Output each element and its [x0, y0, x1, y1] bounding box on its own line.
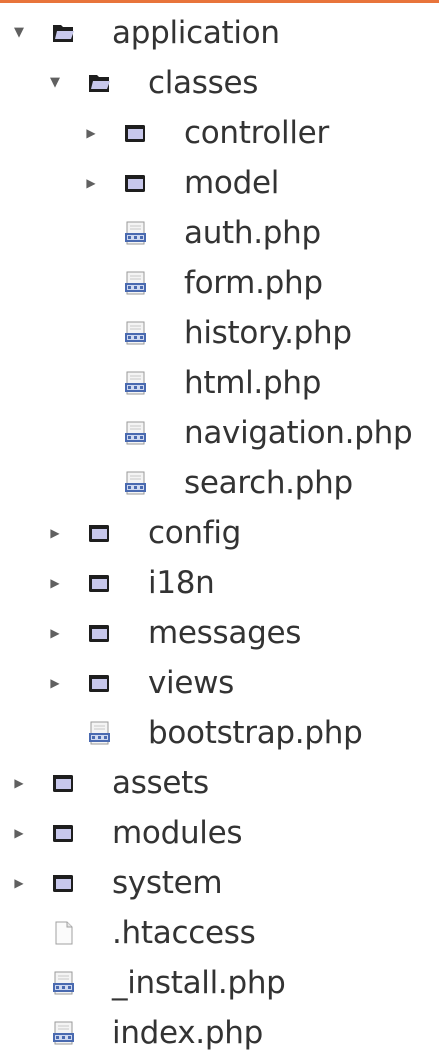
tree-item-search-php[interactable]: search.php	[0, 458, 439, 508]
folder-open-icon	[50, 20, 76, 46]
tree-item-label: .htaccess	[112, 915, 256, 951]
file-tree: ▼ application ▼ classes ▶ controller ▶ mode…	[0, 8, 439, 1058]
tree-item-index-php[interactable]: index.php	[0, 1008, 439, 1058]
tree-item-label: index.php	[112, 1015, 263, 1051]
folder-icon	[122, 170, 148, 196]
expand-caret-right-icon[interactable]: ▶	[46, 624, 64, 642]
tree-item-navigation-php[interactable]: navigation.php	[0, 408, 439, 458]
folder-icon	[86, 570, 112, 596]
php-file-icon	[122, 320, 148, 346]
php-file-icon	[50, 1020, 76, 1046]
tree-item-label: classes	[148, 65, 259, 101]
php-file-icon	[122, 470, 148, 496]
tree-item-model[interactable]: ▶ model	[0, 158, 439, 208]
folder-open-icon	[86, 70, 112, 96]
php-file-icon	[122, 370, 148, 396]
php-file-icon	[122, 220, 148, 246]
tree-item-label: views	[148, 665, 235, 701]
tree-item-label: messages	[148, 615, 302, 651]
expand-caret-right-icon[interactable]: ▶	[46, 574, 64, 592]
tree-item-label: navigation.php	[184, 415, 413, 451]
tree-item-label: controller	[184, 115, 329, 151]
folder-icon	[86, 620, 112, 646]
tree-item-htaccess[interactable]: .htaccess	[0, 908, 439, 958]
tree-item-messages[interactable]: ▶ messages	[0, 608, 439, 658]
php-file-icon	[122, 270, 148, 296]
text-file-icon	[50, 920, 76, 946]
php-file-icon	[50, 970, 76, 996]
tree-item-install-php[interactable]: _install.php	[0, 958, 439, 1008]
tree-item-system[interactable]: ▶ system	[0, 858, 439, 908]
tree-item-form-php[interactable]: form.php	[0, 258, 439, 308]
tree-item-label: application	[112, 15, 280, 51]
tree-item-label: history.php	[184, 315, 352, 351]
expand-caret-right-icon[interactable]: ▶	[10, 824, 28, 842]
folder-icon	[86, 670, 112, 696]
tree-item-label: auth.php	[184, 215, 321, 251]
tree-item-i18n[interactable]: ▶ i18n	[0, 558, 439, 608]
tree-item-history-php[interactable]: history.php	[0, 308, 439, 358]
tree-item-controller[interactable]: ▶ controller	[0, 108, 439, 158]
tree-item-label: assets	[112, 765, 209, 801]
tree-item-auth-php[interactable]: auth.php	[0, 208, 439, 258]
tree-item-assets[interactable]: ▶ assets	[0, 758, 439, 808]
tree-item-label: html.php	[184, 365, 322, 401]
expand-caret-down-icon[interactable]: ▼	[46, 74, 64, 92]
tree-item-classes[interactable]: ▼ classes	[0, 58, 439, 108]
tree-item-modules[interactable]: ▶ modules	[0, 808, 439, 858]
folder-icon	[86, 520, 112, 546]
expand-caret-right-icon[interactable]: ▶	[82, 124, 100, 142]
tree-item-label: bootstrap.php	[148, 715, 363, 751]
expand-caret-down-icon[interactable]: ▼	[10, 24, 28, 42]
php-file-icon	[122, 420, 148, 446]
tree-item-views[interactable]: ▶ views	[0, 658, 439, 708]
expand-caret-right-icon[interactable]: ▶	[10, 874, 28, 892]
folder-icon	[122, 120, 148, 146]
expand-caret-right-icon[interactable]: ▶	[46, 524, 64, 542]
folder-icon	[50, 770, 76, 796]
window-top-border	[0, 0, 439, 3]
expand-caret-right-icon[interactable]: ▶	[10, 774, 28, 792]
tree-item-label: i18n	[148, 565, 215, 601]
expand-caret-right-icon[interactable]: ▶	[82, 174, 100, 192]
tree-item-config[interactable]: ▶ config	[0, 508, 439, 558]
tree-item-label: config	[148, 515, 242, 551]
tree-item-label: _install.php	[112, 965, 286, 1001]
tree-item-label: modules	[112, 815, 243, 851]
folder-icon	[50, 820, 76, 846]
tree-item-label: search.php	[184, 465, 353, 501]
tree-item-application[interactable]: ▼ application	[0, 8, 439, 58]
expand-caret-right-icon[interactable]: ▶	[46, 674, 64, 692]
tree-item-html-php[interactable]: html.php	[0, 358, 439, 408]
php-file-icon	[86, 720, 112, 746]
folder-icon	[50, 870, 76, 896]
tree-item-bootstrap-php[interactable]: bootstrap.php	[0, 708, 439, 758]
tree-item-label: form.php	[184, 265, 323, 301]
tree-item-label: model	[184, 165, 280, 201]
tree-item-label: system	[112, 865, 223, 901]
